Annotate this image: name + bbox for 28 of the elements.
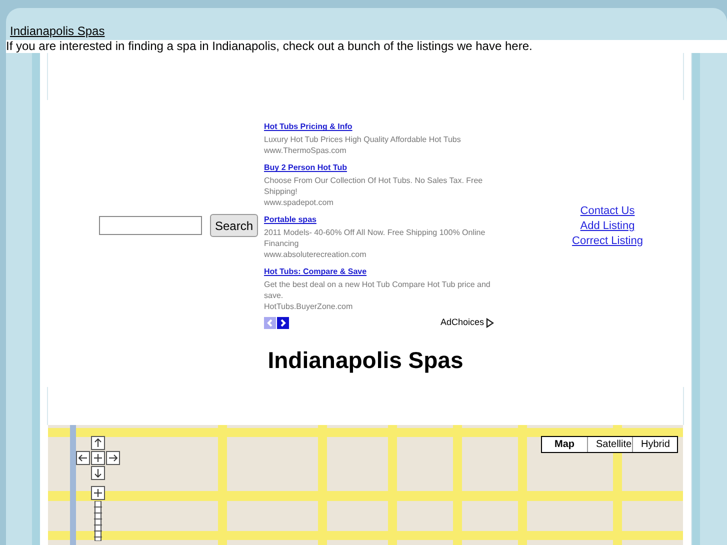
pan-left-icon[interactable] [76,451,90,465]
pan-down-icon[interactable] [91,466,105,480]
pan-right-icon[interactable] [106,451,120,465]
zoom-slider-icon[interactable] [91,501,105,541]
nav-link[interactable]: Contact Us [580,204,635,219]
site-title-link[interactable]: Indianapolis Spas [10,24,105,38]
nav-link[interactable]: Add Listing [580,219,635,234]
nav-link[interactable]: Correct Listing [572,234,643,249]
ad-description: Get the best deal on a new Hot Tub Compare Hot Tub price and save. [264,279,492,302]
ad-title-link[interactable]: Hot Tubs: Compare & Save [264,266,367,278]
adchoices-label[interactable]: AdChoices [440,316,484,330]
ad-url: www.spadepot.com [264,197,334,208]
pan-up-icon[interactable] [91,436,105,450]
search-field[interactable] [98,216,202,235]
ad-url: HotTubs.BuyerZone.com [264,301,354,312]
map-type-button[interactable]: Satellite [587,437,632,452]
ad-title-link[interactable]: Hot Tubs Pricing & Info [264,121,352,134]
ad-description: Luxury Hot Tub Prices High Quality Affordable Hot Tubs [264,134,462,146]
page-heading: Indianapolis Spas [266,347,464,375]
ad-description: Choose From Our Collection Of Hot Tubs. No Sales Tax. Free Shipping! [264,175,484,198]
intro-text: If you are interested in finding a spa in Indianapolis, check out a bunch of the listings we have here. [6,40,727,53]
ad-url: www.ThermoSpas.com [264,145,348,156]
play-triangle-icon[interactable] [486,318,494,328]
zoom-in-icon[interactable] [91,486,105,500]
ad-title-link[interactable]: Portable spas [264,214,316,226]
ad-title-link[interactable]: Buy 2 Person Hot Tub [264,162,347,174]
search-button[interactable]: Search [210,214,258,237]
ad-url: www.absoluterecreation.com [264,249,368,260]
